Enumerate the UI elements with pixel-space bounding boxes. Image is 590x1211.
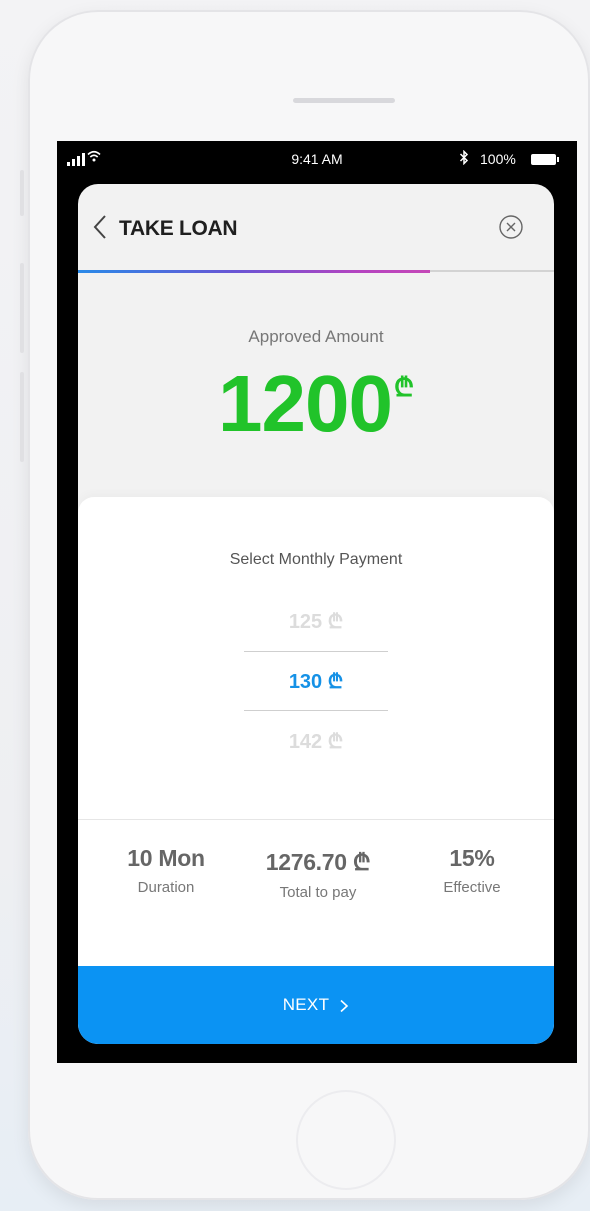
picker-divider-bottom <box>244 710 388 711</box>
progress-track <box>78 269 554 273</box>
duration-value: 10 Mon <box>127 845 205 871</box>
home-button[interactable] <box>296 1090 396 1190</box>
volume-down-button <box>20 372 24 462</box>
close-circle-icon[interactable] <box>498 214 524 240</box>
payment-option[interactable]: 125 ₾ <box>78 607 554 634</box>
page-title: TAKE LOAN <box>119 217 238 240</box>
select-payment-label: Select Monthly Payment <box>229 551 403 568</box>
effective-rate-label: Effective <box>443 879 501 896</box>
chevron-right-icon <box>339 998 349 1013</box>
approved-amount: 1200₾ <box>78 364 554 444</box>
duration-stat: 10 Mon Duration <box>106 845 226 896</box>
loan-app-screen: TAKE LOAN Approved Amount 1200₾ Select M… <box>78 184 554 1044</box>
progress-fill <box>78 269 431 273</box>
header: TAKE LOAN <box>78 184 554 273</box>
volume-up-button <box>20 263 24 353</box>
approved-amount-label: Approved Amount <box>248 327 384 346</box>
effective-rate-stat: 15% Effective <box>414 845 530 896</box>
battery-percent: 100% <box>480 151 516 167</box>
loan-summary: 10 Mon Duration 1276.70 ₾ Total to pay 1… <box>78 845 554 925</box>
section-divider <box>78 819 554 820</box>
phone-screen: 9:41 AM 100% TAKE LOAN Approved Amount 1… <box>57 141 577 1063</box>
status-bar: 9:41 AM 100% <box>57 141 577 183</box>
next-button-label: NEXT <box>282 995 330 1014</box>
battery-icon <box>531 154 559 165</box>
currency-symbol: ₾ <box>393 372 414 402</box>
effective-rate-value: 15% <box>449 845 495 871</box>
chevron-left-icon[interactable] <box>90 214 112 240</box>
total-stat: 1276.70 ₾ Total to pay <box>242 845 394 901</box>
picker-divider-top <box>244 651 388 652</box>
payment-card: Select Monthly Payment 125 ₾ 130 ₾ 142 ₾… <box>78 497 554 1044</box>
approved-amount-value: 1200 <box>217 359 393 448</box>
payment-option[interactable]: 142 ₾ <box>78 727 554 754</box>
total-value: 1276.70 ₾ <box>265 849 371 875</box>
total-label: Total to pay <box>279 884 357 901</box>
speaker-grille <box>293 98 395 103</box>
payment-option-selected[interactable]: 130 ₾ <box>78 667 554 694</box>
bluetooth-icon <box>459 149 469 169</box>
duration-label: Duration <box>137 879 195 896</box>
next-button[interactable]: NEXT <box>78 966 554 1044</box>
mute-switch <box>20 170 24 216</box>
